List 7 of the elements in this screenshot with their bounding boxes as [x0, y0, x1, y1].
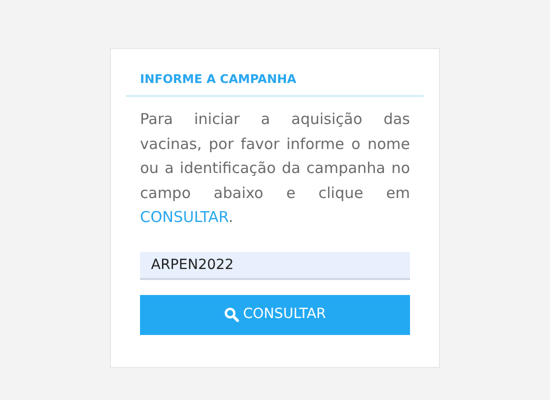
consultar-button[interactable]: CONSULTAR [140, 294, 410, 334]
consultar-link[interactable]: CONSULTAR [140, 208, 228, 226]
card-title: INFORME A CAMPANHA [126, 71, 424, 97]
instructions-text: Para iniciar a aquisição das vacinas, por favor informe o nome ou a identificação da campanha no campo abaixo e clique em CONSULTAR. [139, 109, 411, 228]
campaign-field[interactable]: ARPEN2022 [140, 252, 410, 280]
search-icon [224, 307, 239, 322]
period-text: . [228, 208, 234, 226]
